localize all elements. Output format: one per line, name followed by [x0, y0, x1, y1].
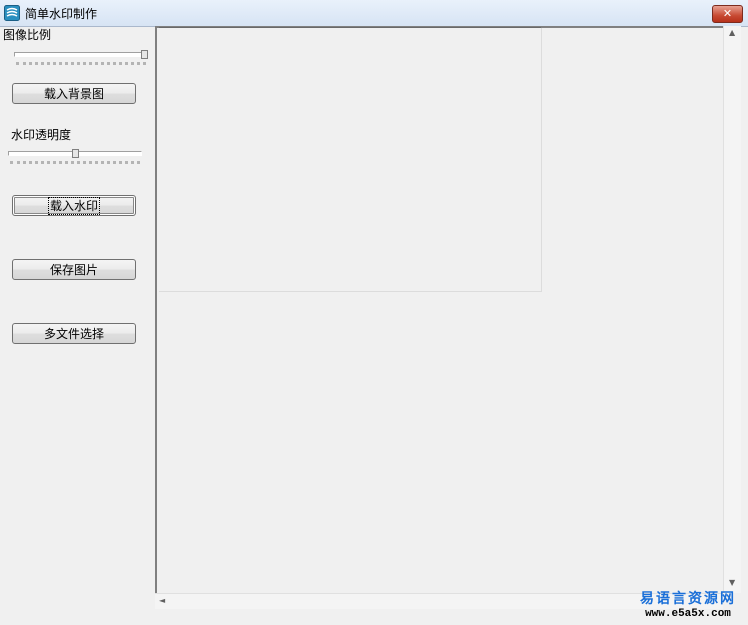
load-watermark-button[interactable]: 载入水印 — [12, 195, 136, 216]
site-watermark: 易语言资源网 www.e5a5x.com — [633, 588, 743, 620]
load-background-label: 载入背景图 — [43, 87, 104, 101]
multi-file-select-label: 多文件选择 — [43, 327, 104, 341]
multi-file-select-button[interactable]: 多文件选择 — [12, 323, 136, 344]
window-title: 简单水印制作 — [25, 7, 98, 21]
opacity-label: 水印透明度 — [11, 128, 72, 142]
scale-slider-ticks — [16, 58, 146, 65]
save-image-label: 保存图片 — [49, 263, 98, 277]
close-button[interactable]: ✕ — [712, 5, 743, 23]
save-image-button[interactable]: 保存图片 — [12, 259, 136, 280]
scale-slider-track — [14, 52, 148, 57]
load-background-button[interactable]: 载入背景图 — [12, 83, 136, 104]
scroll-up-icon[interactable]: ▲ — [729, 28, 735, 37]
scale-label: 图像比例 — [3, 28, 52, 42]
close-icon: ✕ — [722, 7, 733, 20]
app-icon — [4, 5, 20, 21]
site-url: www.e5a5x.com — [645, 608, 731, 620]
opacity-slider-ticks — [10, 157, 140, 164]
scroll-left-icon[interactable]: ◄ — [159, 596, 165, 605]
image-preview — [159, 28, 542, 292]
scroll-down-icon[interactable]: ▼ — [729, 578, 735, 587]
site-name: 易语言资源网 — [640, 591, 736, 607]
vertical-scrollbar[interactable]: ▲ ▼ — [723, 26, 741, 593]
load-watermark-label: 载入水印 — [47, 197, 101, 215]
title-bar: 简单水印制作 ✕ — [0, 0, 748, 27]
